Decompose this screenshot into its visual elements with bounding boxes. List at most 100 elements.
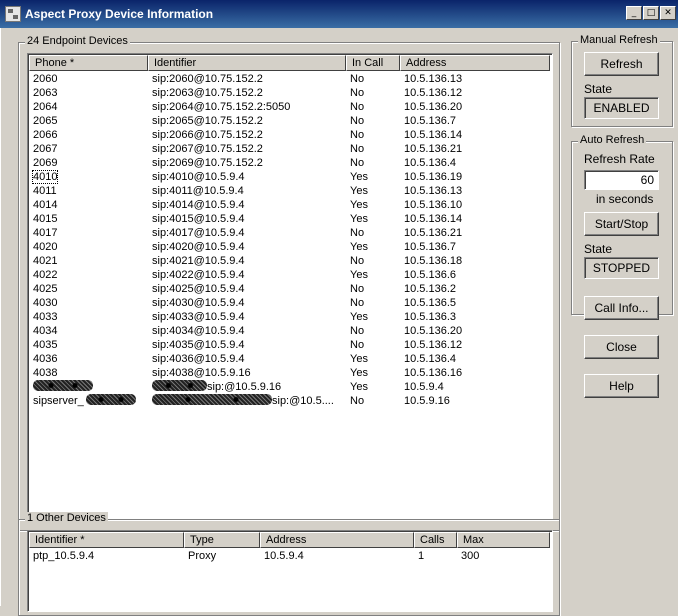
cell-identifier: sip:4017@10.5.9.4 [148, 226, 350, 240]
table-row[interactable]: 2060 sip:2060@10.75.152.2 No 10.5.136.13 [29, 72, 551, 86]
column-header-in-call[interactable]: In Call [346, 55, 400, 71]
table-row[interactable]: 4015 sip:4015@10.5.9.4 Yes 10.5.136.14 [29, 212, 551, 226]
cell-in-call: Yes [346, 268, 404, 282]
cell-phone: 4015 [29, 212, 152, 226]
cell-in-call-text: Yes [350, 367, 368, 379]
cell-identifier: sip:4015@10.5.9.4 [148, 212, 350, 226]
table-row[interactable]: 2065 sip:2065@10.75.152.2 No 10.5.136.7 [29, 114, 551, 128]
cell-in-call-text: No [350, 297, 365, 309]
cell-in-call-text: Yes [350, 353, 368, 365]
auto-state-value: STOPPED [584, 257, 659, 279]
refresh-button[interactable]: Refresh [584, 52, 659, 76]
cell-address-text: 10.5.136.13 [404, 73, 463, 85]
table-row[interactable]: 4014 sip:4014@10.5.9.4 Yes 10.5.136.10 [29, 198, 551, 212]
cell-phone: 4017 [29, 226, 152, 240]
table-row[interactable]: 2069 sip:2069@10.75.152.2 No 10.5.136.4 [29, 156, 551, 170]
column-header-other-identifier[interactable]: Identifier * [29, 532, 184, 548]
endpoint-list-header: Phone * Identifier In Call Address [29, 55, 551, 71]
column-header-type[interactable]: Type [184, 532, 260, 548]
cell-in-call-text: No [350, 283, 365, 295]
cell-identifier: sip:4038@10.5.9.16 [148, 366, 350, 380]
table-row[interactable]: 4033 sip:4033@10.5.9.4 Yes 10.5.136.3 [29, 310, 551, 324]
cell-address: 10.5.136.6 [400, 268, 552, 282]
cell-phone: 2064 [29, 100, 152, 114]
column-header-max[interactable]: Max [457, 532, 550, 548]
column-header-phone[interactable]: Phone * [29, 55, 148, 71]
table-row[interactable]: 2066 sip:2066@10.75.152.2 No 10.5.136.14 [29, 128, 551, 142]
refresh-rate-input[interactable]: 60 [584, 170, 659, 190]
table-row[interactable]: 4021 sip:4021@10.5.9.4 No 10.5.136.18 [29, 254, 551, 268]
table-row[interactable]: 2067 sip:2067@10.75.152.2 No 10.5.136.21 [29, 142, 551, 156]
table-row[interactable]: 4034 sip:4034@10.5.9.4 No 10.5.136.20 [29, 324, 551, 338]
table-row[interactable]: 4011 sip:4011@10.5.9.4 Yes 10.5.136.13 [29, 184, 551, 198]
cell-phone: 4034 [29, 324, 152, 338]
cell-in-call-text: Yes [350, 241, 368, 253]
table-row[interactable]: 4025 sip:4025@10.5.9.4 No 10.5.136.2 [29, 282, 551, 296]
column-header-other-address[interactable]: Address [260, 532, 414, 548]
table-row[interactable]: 2064 sip:2064@10.75.152.2:5050 No 10.5.136.… [29, 100, 551, 114]
cell-identifier-text: sip:4030@10.5.9.4 [152, 297, 245, 309]
column-header-calls[interactable]: Calls [414, 532, 457, 548]
table-row[interactable]: 4030 sip:4030@10.5.9.4 No 10.5.136.5 [29, 296, 551, 310]
cell-phone: 4020 [29, 240, 152, 254]
table-row[interactable]: 4017 sip:4017@10.5.9.4 No 10.5.136.21 [29, 226, 551, 240]
redaction-mark [152, 394, 272, 405]
cell-phone: 4011 [29, 184, 152, 198]
redaction-mark [152, 380, 207, 391]
table-row[interactable]: 4038 sip:4038@10.5.9.16 Yes 10.5.136.16 [29, 366, 551, 380]
cell-in-call: Yes [346, 310, 404, 324]
cell-address: 10.5.136.14 [400, 212, 552, 226]
table-row[interactable]: 4020 sip:4020@10.5.9.4 Yes 10.5.136.7 [29, 240, 551, 254]
cell-identifier: sip:4036@10.5.9.4 [148, 352, 350, 366]
cell-identifier: sip:4014@10.5.9.4 [148, 198, 350, 212]
table-row[interactable]: sipserver_ sip:@10.5.... No 10.5.9.16 [29, 394, 551, 408]
cell-phone-text: 2063 [33, 87, 58, 99]
table-row[interactable]: 4036 sip:4036@10.5.9.4 Yes 10.5.136.4 [29, 352, 551, 366]
table-row[interactable]: ptp_10.5.9.4 Proxy 10.5.9.4 1 300 [29, 549, 551, 563]
cell-in-call: No [346, 324, 404, 338]
cell-in-call-text: No [350, 227, 365, 239]
cell-address: 10.5.9.16 [400, 394, 552, 408]
help-button[interactable]: Help [584, 374, 659, 398]
cell-address: 10.5.136.4 [400, 156, 552, 170]
other-devices-list[interactable]: Identifier * Type Address Calls Max ptp_… [27, 530, 553, 612]
auto-state-label: State [584, 242, 613, 256]
cell-identifier-text: sip:4038@10.5.9.16 [152, 367, 251, 379]
cell-in-call: No [346, 296, 404, 310]
call-info-button[interactable]: Call Info... [584, 296, 659, 320]
column-header-identifier[interactable]: Identifier [148, 55, 346, 71]
table-row[interactable]: 4010 sip:4010@10.5.9.4 Yes 10.5.136.19 [29, 170, 551, 184]
cell-identifier-text: sip:4025@10.5.9.4 [152, 283, 245, 295]
cell-in-call-text: No [350, 87, 365, 99]
cell-phone: 4014 [29, 198, 152, 212]
cell-in-call-text: Yes [350, 185, 368, 197]
cell-phone-text: 4036 [33, 353, 58, 365]
close-window-button[interactable]: ✕ [660, 6, 676, 20]
redaction-mark [33, 380, 93, 391]
cell-identifier-text: sip:4034@10.5.9.4 [152, 325, 245, 337]
start-stop-button[interactable]: Start/Stop [584, 212, 659, 236]
cell-identifier: sip:2069@10.75.152.2 [148, 156, 350, 170]
cell-identifier-text: sip:2065@10.75.152.2 [152, 115, 263, 127]
table-row[interactable]: sip:@10.5.9.16 Yes 10.5.9.4 [29, 380, 551, 394]
minimize-button[interactable]: _ [626, 6, 642, 20]
endpoint-devices-list[interactable]: Phone * Identifier In Call Address 2060 s… [27, 53, 553, 520]
table-row[interactable]: 4035 sip:4035@10.5.9.4 No 10.5.136.12 [29, 338, 551, 352]
maximize-button[interactable]: □ [643, 6, 659, 20]
cell-phone: 4022 [29, 268, 152, 282]
cell-in-call-text: No [350, 143, 365, 155]
table-row[interactable]: 2063 sip:2063@10.75.152.2 No 10.5.136.12 [29, 86, 551, 100]
cell-in-call: Yes [346, 212, 404, 226]
cell-identifier: sip:4020@10.5.9.4 [148, 240, 350, 254]
table-row[interactable]: 4022 sip:4022@10.5.9.4 Yes 10.5.136.6 [29, 268, 551, 282]
close-button[interactable]: Close [584, 335, 659, 359]
app-window-icon[interactable] [5, 6, 21, 22]
cell-in-call: No [346, 142, 404, 156]
cell-phone: 2069 [29, 156, 152, 170]
cell-identifier: sip:4030@10.5.9.4 [148, 296, 350, 310]
column-header-address[interactable]: Address [400, 55, 550, 71]
cell-phone: 4033 [29, 310, 152, 324]
cell-address-text: 10.5.136.21 [404, 227, 463, 239]
cell-in-call-text: No [350, 325, 365, 337]
title-bar[interactable]: Aspect Proxy Device Information _ □ ✕ [0, 0, 678, 28]
